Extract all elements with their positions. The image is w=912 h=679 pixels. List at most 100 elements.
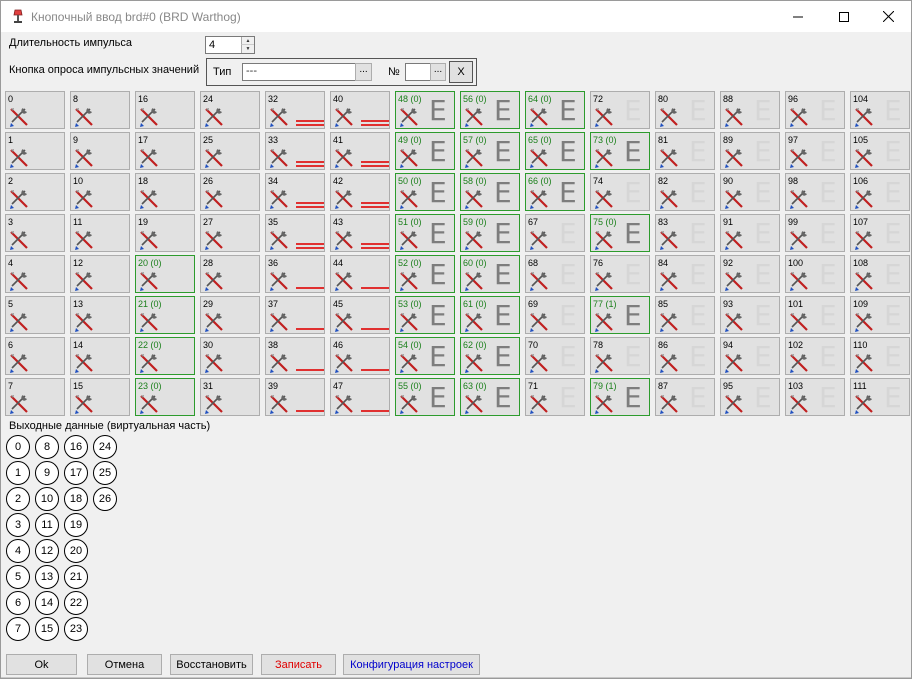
grid-button-73[interactable]: 73 (0) E [590,132,650,170]
grid-button-37[interactable]: 37 [265,296,325,334]
grid-button-40[interactable]: 40 [330,91,390,129]
grid-button-22[interactable]: 22 (0) [135,337,195,375]
grid-button-26[interactable]: 26 [200,173,260,211]
grid-button-5[interactable]: 5 [5,296,65,334]
grid-button-12[interactable]: 12 [70,255,130,293]
grid-button-34[interactable]: 34 [265,173,325,211]
grid-button-39[interactable]: 39 [265,378,325,416]
grid-button-60[interactable]: 60 (0) E [460,255,520,293]
grid-button-29[interactable]: 29 [200,296,260,334]
grid-button-97[interactable]: 97 E [785,132,845,170]
grid-button-99[interactable]: 99 E [785,214,845,252]
number-field[interactable] [405,63,431,81]
grid-button-27[interactable]: 27 [200,214,260,252]
grid-button-84[interactable]: 84 E [655,255,715,293]
grid-button-93[interactable]: 93 E [720,296,780,334]
grid-button-7[interactable]: 7 [5,378,65,416]
grid-button-100[interactable]: 100 E [785,255,845,293]
grid-button-13[interactable]: 13 [70,296,130,334]
grid-button-62[interactable]: 62 (0) E [460,337,520,375]
grid-button-75[interactable]: 75 (0) E [590,214,650,252]
grid-button-20[interactable]: 20 (0) [135,255,195,293]
grid-button-63[interactable]: 63 (0) E [460,378,520,416]
grid-button-58[interactable]: 58 (0) E [460,173,520,211]
grid-button-105[interactable]: 105 E [850,132,910,170]
grid-button-79[interactable]: 79 (1) E [590,378,650,416]
grid-button-33[interactable]: 33 [265,132,325,170]
grid-button-43[interactable]: 43 [330,214,390,252]
pulse-value[interactable]: 4 [209,39,215,51]
spin-down-button[interactable]: ▼ [241,45,254,53]
grid-button-94[interactable]: 94 E [720,337,780,375]
grid-button-80[interactable]: 80 E [655,91,715,129]
grid-button-70[interactable]: 70 E [525,337,585,375]
grid-button-10[interactable]: 10 [70,173,130,211]
grid-button-51[interactable]: 51 (0) E [395,214,455,252]
grid-button-21[interactable]: 21 (0) [135,296,195,334]
number-browse-button[interactable]: ... [430,63,446,81]
grid-button-92[interactable]: 92 E [720,255,780,293]
grid-button-17[interactable]: 17 [135,132,195,170]
grid-button-83[interactable]: 83 E [655,214,715,252]
type-field[interactable]: --- [242,63,356,81]
grid-button-81[interactable]: 81 E [655,132,715,170]
grid-button-82[interactable]: 82 E [655,173,715,211]
grid-button-53[interactable]: 53 (0) E [395,296,455,334]
grid-button-98[interactable]: 98 E [785,173,845,211]
grid-button-31[interactable]: 31 [200,378,260,416]
grid-button-78[interactable]: 78 E [590,337,650,375]
grid-button-72[interactable]: 72 E [590,91,650,129]
grid-button-16[interactable]: 16 [135,91,195,129]
close-button[interactable] [865,1,911,32]
grid-button-2[interactable]: 2 [5,173,65,211]
grid-button-49[interactable]: 49 (0) E [395,132,455,170]
grid-button-0[interactable]: 0 [5,91,65,129]
grid-button-14[interactable]: 14 [70,337,130,375]
grid-button-74[interactable]: 74 E [590,173,650,211]
grid-button-67[interactable]: 67 E [525,214,585,252]
grid-button-9[interactable]: 9 [70,132,130,170]
grid-button-86[interactable]: 86 E [655,337,715,375]
grid-button-55[interactable]: 55 (0) E [395,378,455,416]
grid-button-24[interactable]: 24 [200,91,260,129]
grid-button-45[interactable]: 45 [330,296,390,334]
grid-button-107[interactable]: 107 E [850,214,910,252]
grid-button-76[interactable]: 76 E [590,255,650,293]
grid-button-48[interactable]: 48 (0) E [395,91,455,129]
grid-button-69[interactable]: 69 E [525,296,585,334]
grid-button-4[interactable]: 4 [5,255,65,293]
grid-button-6[interactable]: 6 [5,337,65,375]
grid-button-54[interactable]: 54 (0) E [395,337,455,375]
grid-button-71[interactable]: 71 E [525,378,585,416]
grid-button-57[interactable]: 57 (0) E [460,132,520,170]
grid-button-8[interactable]: 8 [70,91,130,129]
grid-button-108[interactable]: 108 E [850,255,910,293]
pulse-stepper[interactable]: 4 ▲ ▼ [205,36,255,54]
grid-button-46[interactable]: 46 [330,337,390,375]
grid-button-41[interactable]: 41 [330,132,390,170]
grid-button-44[interactable]: 44 [330,255,390,293]
grid-button-106[interactable]: 106 E [850,173,910,211]
grid-button-91[interactable]: 91 E [720,214,780,252]
config-button[interactable]: Конфигурация настроек [343,654,480,675]
grid-button-52[interactable]: 52 (0) E [395,255,455,293]
grid-button-38[interactable]: 38 [265,337,325,375]
ok-button[interactable]: Ok [6,654,77,675]
write-button[interactable]: Записать [261,654,336,675]
grid-button-3[interactable]: 3 [5,214,65,252]
grid-button-77[interactable]: 77 (1) E [590,296,650,334]
grid-button-110[interactable]: 110 E [850,337,910,375]
grid-button-68[interactable]: 68 E [525,255,585,293]
grid-button-87[interactable]: 87 E [655,378,715,416]
grid-button-28[interactable]: 28 [200,255,260,293]
grid-button-25[interactable]: 25 [200,132,260,170]
grid-button-32[interactable]: 32 [265,91,325,129]
grid-button-89[interactable]: 89 E [720,132,780,170]
grid-button-65[interactable]: 65 (0) E [525,132,585,170]
grid-button-61[interactable]: 61 (0) E [460,296,520,334]
grid-button-30[interactable]: 30 [200,337,260,375]
restore-button[interactable]: Восстановить [170,654,253,675]
grid-button-111[interactable]: 111 E [850,378,910,416]
grid-button-88[interactable]: 88 E [720,91,780,129]
grid-button-104[interactable]: 104 E [850,91,910,129]
